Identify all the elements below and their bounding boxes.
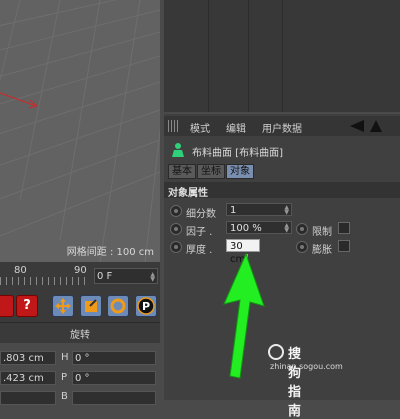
param-label: 细分数 bbox=[186, 209, 216, 220]
move-icon bbox=[55, 298, 71, 314]
object-title: 布料曲面 [布料曲面] bbox=[192, 148, 283, 159]
subdivisions-value: 1 bbox=[230, 205, 237, 216]
position-z-field[interactable] bbox=[0, 391, 56, 405]
subdivisions-input[interactable]: 1 ▲ ▼ bbox=[226, 203, 292, 216]
spinner-icon[interactable]: ▲ ▼ bbox=[284, 205, 289, 216]
viewport-grid bbox=[0, 0, 160, 262]
column-divider bbox=[248, 0, 249, 112]
scale-icon bbox=[85, 299, 97, 312]
param-label: 厚度 . bbox=[186, 245, 213, 256]
menu-mode[interactable]: 模式 bbox=[190, 120, 210, 135]
watermark-url: zhinan.sogou.com bbox=[270, 362, 343, 371]
back-arrow-icon[interactable] bbox=[350, 120, 364, 132]
parametric-button[interactable]: P bbox=[135, 295, 157, 317]
record-button[interactable] bbox=[0, 295, 14, 317]
animate-radio[interactable] bbox=[296, 241, 308, 253]
menu-user-data[interactable]: 用户数据 bbox=[262, 120, 302, 135]
tab-basic[interactable]: 基本 bbox=[168, 164, 196, 179]
animate-radio[interactable] bbox=[296, 223, 308, 235]
grip-icon[interactable] bbox=[168, 120, 180, 132]
factor-input[interactable]: 100 % ▲ ▼ bbox=[226, 221, 292, 234]
rotation-b-field[interactable] bbox=[72, 391, 156, 405]
3d-viewport[interactable]: 网格间距 : 100 cm bbox=[0, 0, 160, 262]
object-manager-panel[interactable] bbox=[164, 0, 400, 112]
animate-radio[interactable] bbox=[170, 223, 182, 235]
position-value: .423 cm bbox=[3, 373, 44, 384]
move-tool-button[interactable] bbox=[52, 295, 74, 317]
column-divider bbox=[208, 0, 209, 112]
rotation-axis-label: P bbox=[61, 372, 68, 383]
param-label: 因子 . bbox=[186, 227, 213, 238]
timeline-tick: 90 bbox=[74, 265, 87, 276]
attributes-menubar: 模式 编辑 用户数据 bbox=[164, 116, 400, 136]
up-arrow-icon[interactable] bbox=[370, 120, 382, 132]
expand-checkbox[interactable] bbox=[338, 240, 350, 252]
position-y-field[interactable]: .423 cm bbox=[0, 371, 56, 385]
thickness-input[interactable]: 30 cm bbox=[226, 239, 260, 265]
help-button[interactable]: ? bbox=[16, 295, 38, 317]
rotation-value: 0 ° bbox=[75, 353, 90, 364]
parametric-icon: P bbox=[137, 297, 155, 315]
rotate-tool-button[interactable] bbox=[107, 295, 129, 317]
position-x-field[interactable]: .803 cm bbox=[0, 351, 56, 365]
rotation-h-field[interactable]: 0 ° bbox=[72, 351, 156, 365]
svg-text:P: P bbox=[142, 300, 150, 313]
column-divider bbox=[282, 0, 283, 112]
animate-radio[interactable] bbox=[170, 241, 182, 253]
frame-value: 0 F bbox=[97, 271, 113, 282]
grid-spacing-label: 网格间距 : 100 cm bbox=[66, 247, 154, 258]
position-value: .803 cm bbox=[3, 353, 44, 364]
rotation-p-field[interactable]: 0 ° bbox=[72, 371, 156, 385]
scale-tool-button[interactable] bbox=[80, 295, 102, 317]
limit-checkbox[interactable] bbox=[338, 222, 350, 234]
timeline-tick: 80 bbox=[14, 265, 27, 276]
frame-input[interactable]: 0 F ▲ ▼ bbox=[94, 268, 158, 284]
tab-object[interactable]: 对象 bbox=[226, 164, 254, 179]
option-label: 膨胀 bbox=[312, 245, 332, 256]
watermark-brand: 搜狗指南 bbox=[288, 347, 302, 419]
rotation-header: 旋转 bbox=[70, 330, 90, 341]
rotation-axis-label: H bbox=[61, 352, 69, 363]
spinner-icon[interactable]: ▲ ▼ bbox=[150, 272, 155, 283]
cloth-surface-icon bbox=[172, 143, 184, 157]
option-label: 限制 bbox=[312, 227, 332, 238]
rotation-value: 0 ° bbox=[75, 373, 90, 384]
rotate-icon bbox=[110, 298, 126, 314]
tab-coordinates[interactable]: 坐标 bbox=[197, 164, 225, 179]
rotation-axis-label: B bbox=[61, 391, 68, 402]
factor-value: 100 % bbox=[230, 223, 262, 234]
annotation-arrow bbox=[223, 252, 265, 379]
animate-radio[interactable] bbox=[170, 205, 182, 217]
section-title: 对象属性 bbox=[168, 188, 208, 199]
menu-edit[interactable]: 编辑 bbox=[226, 120, 246, 135]
timeline-ruler[interactable] bbox=[0, 277, 90, 285]
sogou-logo-icon bbox=[268, 344, 284, 360]
spinner-icon[interactable]: ▲ ▼ bbox=[284, 223, 289, 234]
